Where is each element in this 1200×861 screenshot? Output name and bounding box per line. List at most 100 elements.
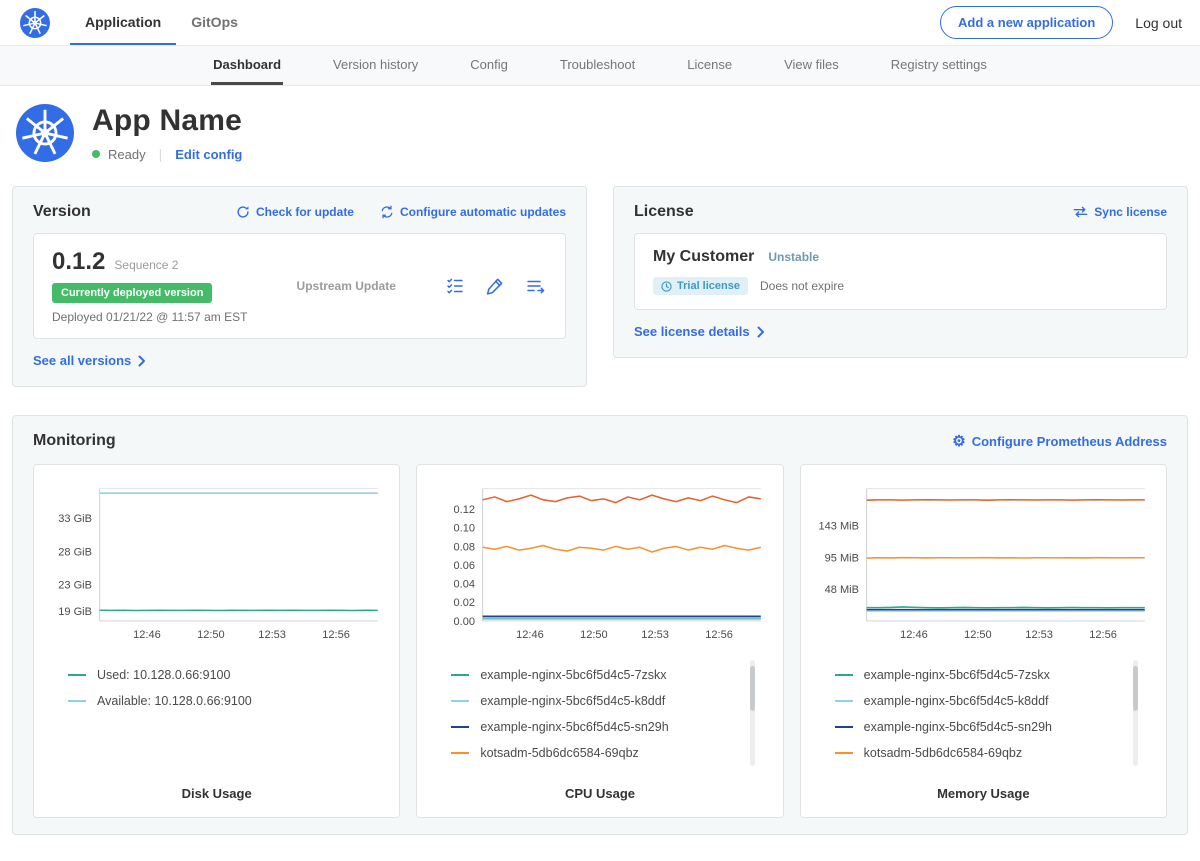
sync-license-label: Sync license	[1094, 205, 1167, 219]
disk-usage-legend: Used: 10.128.0.66:9100Available: 10.128.…	[68, 656, 373, 720]
add-application-button[interactable]: Add a new application	[940, 6, 1113, 39]
svg-text:12:46: 12:46	[133, 629, 161, 641]
chevron-right-icon	[757, 326, 765, 338]
release-notes-icon[interactable]	[445, 276, 465, 296]
subtab-dashboard[interactable]: Dashboard	[211, 46, 283, 85]
currently-deployed-badge: Currently deployed version	[52, 283, 212, 303]
license-panel: License Sync license My Customer Unstabl…	[613, 186, 1188, 358]
deploy-logs-icon[interactable]	[525, 276, 547, 296]
tab-application[interactable]: Application	[70, 0, 176, 45]
svg-text:12:50: 12:50	[197, 629, 225, 641]
top-nav-tabs: Application GitOps	[70, 0, 253, 45]
legend-scrollbar-thumb[interactable]	[1133, 666, 1138, 711]
svg-text:28 GiB: 28 GiB	[58, 546, 92, 558]
chevron-right-icon	[138, 355, 146, 367]
tab-gitops[interactable]: GitOps	[176, 0, 253, 45]
license-panel-header: License Sync license	[634, 203, 1167, 221]
legend-item: example-nginx-5bc6f5d4c5-sn29h	[451, 720, 740, 734]
trial-license-badge: Trial license	[653, 277, 748, 295]
legend-series-label: Used: 10.128.0.66:9100	[97, 668, 230, 682]
subtab-config[interactable]: Config	[468, 46, 510, 85]
charts-row: 33 GiB 28 GiB 23 GiB 19 GiB 12:46 12:50 12:53 1…	[33, 464, 1167, 818]
ready-status-dot	[92, 150, 100, 158]
svg-text:0.04: 0.04	[454, 578, 475, 590]
legend-series-label: kotsadm-5db6dc6584-69qbz	[480, 746, 638, 760]
sync-license-link[interactable]: Sync license	[1073, 205, 1167, 219]
legend-scrollbar[interactable]	[1133, 660, 1138, 766]
clock-icon	[661, 281, 672, 292]
tab-gitops-label: GitOps	[191, 14, 238, 30]
legend-color-dash	[451, 752, 469, 754]
divider: |	[159, 146, 163, 162]
svg-text:23 GiB: 23 GiB	[58, 579, 92, 591]
memory-usage-chart: 143 MiB95 MiB48 MiB12:4612:5012:5312:56	[811, 479, 1156, 648]
memory-usage-legend: example-nginx-5bc6f5d4c5-7zskxexample-ng…	[835, 656, 1140, 772]
version-panel-title: Version	[33, 203, 91, 221]
svg-text:12:53: 12:53	[1025, 629, 1053, 641]
top-nav-right: Add a new application Log out	[940, 6, 1182, 39]
svg-text:19 GiB: 19 GiB	[58, 606, 92, 618]
legend-series-label: kotsadm-5db6dc6584-69qbz	[864, 746, 1022, 760]
svg-text:0.00: 0.00	[454, 616, 475, 628]
legend-items: Used: 10.128.0.66:9100Available: 10.128.…	[68, 668, 357, 708]
app-kubernetes-icon	[16, 104, 74, 162]
see-all-versions-link[interactable]: See all versions	[33, 353, 146, 368]
legend-item: example-nginx-5bc6f5d4c5-7zskx	[451, 668, 740, 682]
customer-name: My Customer	[653, 248, 754, 266]
legend-color-dash	[451, 726, 469, 728]
license-expiry-label: Does not expire	[760, 279, 844, 293]
configure-prometheus-link[interactable]: ⚙ Configure Prometheus Address	[952, 434, 1167, 449]
legend-color-dash	[68, 700, 86, 702]
legend-series-label: example-nginx-5bc6f5d4c5-k8ddf	[864, 694, 1049, 708]
legend-color-dash	[451, 674, 469, 676]
legend-color-dash	[835, 726, 853, 728]
license-name-row: My Customer Unstable	[653, 248, 1148, 266]
subtab-version-history[interactable]: Version history	[331, 46, 420, 85]
version-panel: Version Check for update Con	[12, 186, 587, 387]
cpu-usage-legend: example-nginx-5bc6f5d4c5-7zskx example-ng…	[451, 656, 756, 772]
disk-usage-chart: 33 GiB28 GiB23 GiB19 GiB12:4612:5012:531…	[44, 479, 389, 648]
version-panel-header: Version Check for update Con	[33, 203, 566, 221]
see-license-details-link[interactable]: See license details	[634, 324, 765, 339]
subtab-registry-settings[interactable]: Registry settings	[889, 46, 989, 85]
svg-text:95 MiB: 95 MiB	[824, 553, 858, 565]
monitoring-panel-title: Monitoring	[33, 432, 116, 450]
svg-text:33 GiB: 33 GiB	[58, 513, 92, 525]
upstream-update-label: Upstream Update	[297, 279, 396, 293]
sequence-label: Sequence 2	[114, 258, 178, 272]
legend-item: example-nginx-5bc6f5d4c5-k8ddf	[835, 694, 1124, 708]
configure-prometheus-label: Configure Prometheus Address	[972, 434, 1167, 449]
legend-scrollbar[interactable]	[750, 660, 755, 766]
subtab-license[interactable]: License	[685, 46, 734, 85]
svg-text:12:46: 12:46	[900, 629, 928, 641]
legend-items: example-nginx-5bc6f5d4c5-7zskxexample-ng…	[835, 668, 1124, 760]
subtab-troubleshoot[interactable]: Troubleshoot	[558, 46, 637, 85]
svg-text:12:50: 12:50	[964, 629, 992, 641]
check-for-update-link[interactable]: Check for update	[236, 205, 354, 219]
subtab-registry-settings-label: Registry settings	[891, 57, 987, 72]
license-panel-title: License	[634, 203, 694, 221]
legend-scrollbar-thumb[interactable]	[750, 666, 755, 711]
subtab-view-files[interactable]: View files	[782, 46, 841, 85]
svg-text:12:56: 12:56	[706, 629, 734, 641]
ready-status-label: Ready	[108, 147, 146, 162]
edit-config-icon[interactable]	[485, 276, 505, 296]
legend-color-dash	[835, 700, 853, 702]
svg-text:0.08: 0.08	[454, 541, 475, 553]
disk-usage-title: Disk Usage	[44, 774, 389, 801]
logout-link[interactable]: Log out	[1135, 15, 1182, 31]
see-license-details-label: See license details	[634, 324, 750, 339]
edit-config-link[interactable]: Edit config	[175, 147, 242, 162]
cpu-usage-chart: 0.120.100.080.060.040.020.0012:4612:5012…	[427, 479, 772, 648]
legend-color-dash	[835, 752, 853, 754]
svg-text:12:50: 12:50	[580, 629, 608, 641]
app-sub-navbar: Dashboard Version history Config Trouble…	[0, 46, 1200, 86]
subtab-license-label: License	[687, 57, 732, 72]
disk-usage-chart-card: 33 GiB28 GiB23 GiB19 GiB12:4612:5012:531…	[33, 464, 400, 818]
gear-icon: ⚙	[952, 434, 965, 449]
svg-text:12:53: 12:53	[642, 629, 670, 641]
refresh-icon	[236, 205, 250, 219]
cpu-usage-title: CPU Usage	[427, 774, 772, 801]
monitoring-panel-header: Monitoring ⚙ Configure Prometheus Addres…	[33, 432, 1167, 450]
configure-auto-updates-link[interactable]: Configure automatic updates	[380, 205, 566, 219]
